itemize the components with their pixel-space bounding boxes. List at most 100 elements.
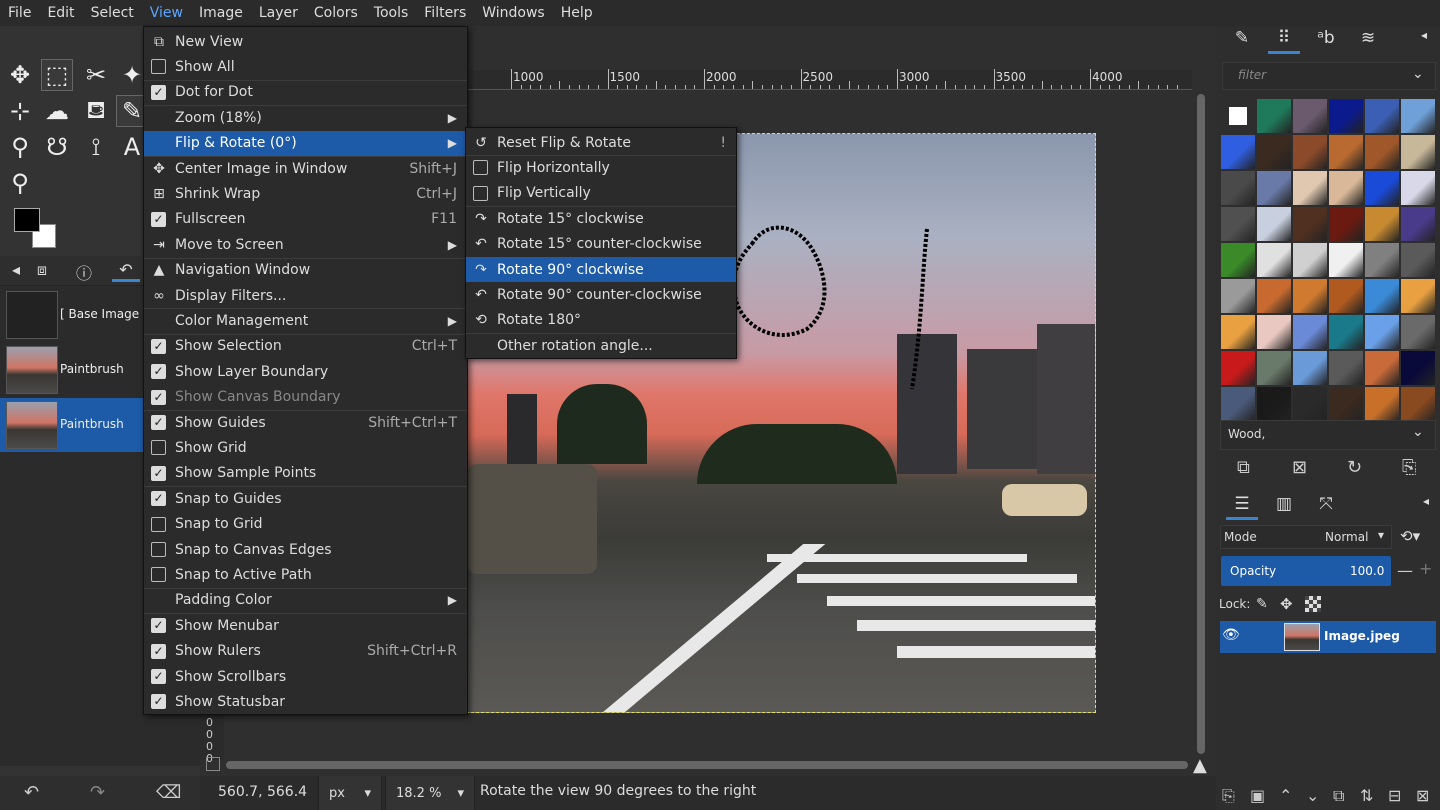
pattern-swatch[interactable] <box>1257 99 1291 133</box>
pattern-swatch[interactable] <box>1401 171 1435 205</box>
warp-tool-icon[interactable]: ☁ <box>41 95 73 127</box>
menu-tools[interactable]: Tools <box>366 0 417 26</box>
pattern-swatch[interactable] <box>1365 207 1399 241</box>
pattern-swatch[interactable] <box>1365 315 1399 349</box>
menu-view[interactable]: View <box>142 0 191 26</box>
menu-item-show-statusbar[interactable]: ✓ Show Statusbar <box>144 689 467 714</box>
menu-item-fullscreen[interactable]: ✓ Fullscreen F11 <box>144 207 467 232</box>
pattern-swatch[interactable] <box>1365 279 1399 313</box>
rect-select-tool-icon[interactable]: ⬚ <box>41 59 73 91</box>
pattern-swatch[interactable] <box>1401 243 1435 277</box>
pattern-swatch[interactable] <box>1293 99 1327 133</box>
pattern-swatch[interactable] <box>1257 351 1291 385</box>
menu-item-show-scrollbars[interactable]: ✓ Show Scrollbars <box>144 664 467 689</box>
move-tool-icon[interactable]: ✥ <box>4 59 36 91</box>
menu-item-center-image-in-window[interactable]: ✥ Center Image in Window Shift+J <box>144 156 467 181</box>
minus-icon[interactable]: — <box>1397 561 1413 580</box>
raise-layer-icon[interactable]: ⌃ <box>1279 786 1292 805</box>
menu-select[interactable]: Select <box>83 0 142 26</box>
menu-file[interactable]: File <box>0 0 39 26</box>
lock-alpha-icon[interactable] <box>1305 596 1321 612</box>
pattern-swatch[interactable] <box>1401 99 1435 133</box>
crop-tool-icon[interactable]: ⊹ <box>4 95 36 127</box>
paths-tool-icon[interactable]: ⟟ <box>80 131 112 163</box>
pattern-swatch[interactable] <box>1293 387 1327 421</box>
redo-icon[interactable]: ↷ <box>90 782 105 803</box>
menu-item-display-filters[interactable]: ∞ Display Filters... <box>144 283 467 308</box>
tab-layers-icon[interactable]: ☰ <box>1226 494 1258 520</box>
menu-item-rotate-15-clockwise[interactable]: ↷ Rotate 15° clockwise <box>466 206 736 231</box>
menu-windows[interactable]: Windows <box>474 0 553 26</box>
pattern-swatch[interactable] <box>1365 387 1399 421</box>
pattern-swatch[interactable] <box>1329 351 1363 385</box>
menu-item-rotate-90-clockwise[interactable]: ↷ Rotate 90° clockwise <box>466 257 736 282</box>
menu-item-shrink-wrap[interactable]: ⊞ Shrink Wrap Ctrl+J <box>144 181 467 206</box>
pattern-swatch[interactable] <box>1257 171 1291 205</box>
menu-item-snap-to-canvas-edges[interactable]: Snap to Canvas Edges <box>144 537 467 562</box>
menu-item-rotate-15-counter-clockwise[interactable]: ↶ Rotate 15° counter-clockwise <box>466 232 736 257</box>
tab-fonts-icon[interactable]: ᵃb <box>1310 28 1342 54</box>
menu-filters[interactable]: Filters <box>416 0 474 26</box>
refresh-patterns-icon[interactable]: ↻ <box>1347 457 1362 478</box>
tab-devices-icon[interactable]: ⧈ <box>28 260 56 282</box>
unit-select[interactable]: px ▾ <box>318 776 382 810</box>
menu-item-snap-to-guides[interactable]: ✓ Snap to Guides <box>144 486 467 511</box>
menu-item-show-all[interactable]: Show All <box>144 54 467 79</box>
anchor-layer-icon[interactable]: ⇅ <box>1360 786 1373 805</box>
pattern-swatch[interactable] <box>1365 171 1399 205</box>
menu-item-flip-rotate-0[interactable]: Flip & Rotate (0°) ▶ <box>144 130 467 156</box>
menu-item-show-canvas-boundary[interactable]: ✓ Show Canvas Boundary <box>144 385 467 410</box>
tab-undo-history-icon[interactable]: ↶ <box>112 260 140 282</box>
pattern-swatch[interactable] <box>1293 207 1327 241</box>
menu-layer[interactable]: Layer <box>251 0 306 26</box>
pattern-swatch[interactable] <box>1401 315 1435 349</box>
pattern-swatch[interactable] <box>1401 387 1435 421</box>
pattern-swatch[interactable] <box>1329 387 1363 421</box>
menu-item-rotate-180[interactable]: ⟲ Rotate 180° <box>466 308 736 333</box>
pattern-swatch[interactable] <box>1257 243 1291 277</box>
horizontal-scrollbar[interactable] <box>226 761 1188 769</box>
undo-icon[interactable]: ↶ <box>24 782 39 803</box>
scissors-tool-icon[interactable]: ✂ <box>80 59 112 91</box>
new-group-icon[interactable]: ▣ <box>1250 786 1265 805</box>
zoom-select[interactable]: 18.2 % ▾ <box>385 776 475 810</box>
new-layer-icon[interactable]: ⎘ <box>1222 786 1235 806</box>
delete-layer-icon[interactable]: ⊠ <box>1416 786 1429 805</box>
pattern-swatch[interactable] <box>1293 135 1327 169</box>
pattern-swatch[interactable] <box>1221 99 1255 133</box>
pattern-swatch[interactable] <box>1257 315 1291 349</box>
menu-item-color-management[interactable]: Color Management ▶ <box>144 308 467 333</box>
menu-edit[interactable]: Edit <box>39 0 82 26</box>
menu-item-show-guides[interactable]: ✓ Show Guides Shift+Ctrl+T <box>144 410 467 435</box>
menu-item-flip-horizontally[interactable]: Flip Horizontally <box>466 155 736 180</box>
menu-item-reset-flip-rotate[interactable]: ↺ Reset Flip & Rotate! <box>466 130 736 155</box>
eye-icon[interactable]: 👁 <box>1222 627 1240 643</box>
chevron-down-icon[interactable]: ⌄ <box>1412 66 1424 82</box>
tab-paths-icon[interactable]: ⤧ <box>1310 494 1342 520</box>
pattern-swatch[interactable] <box>1401 351 1435 385</box>
dock-menu-icon[interactable]: ◂ <box>1410 494 1440 520</box>
pattern-swatch[interactable] <box>1221 279 1255 313</box>
clear-history-icon[interactable]: ⌫ <box>156 782 181 803</box>
menu-item-move-to-screen[interactable]: ⇥ Move to Screen ▶ <box>144 232 467 257</box>
pattern-swatch[interactable] <box>1401 135 1435 169</box>
foreground-color-swatch[interactable] <box>14 208 40 232</box>
pattern-swatch[interactable] <box>1401 279 1435 313</box>
menu-item-padding-color[interactable]: Padding Color ▶ <box>144 588 467 613</box>
pattern-swatch[interactable] <box>1221 243 1255 277</box>
pattern-swatch[interactable] <box>1329 243 1363 277</box>
chevron-down-icon[interactable]: ⌄ <box>1412 424 1424 440</box>
navigate-icon[interactable]: ▲ <box>1193 755 1207 776</box>
menu-colors[interactable]: Colors <box>306 0 366 26</box>
menu-item-snap-to-grid[interactable]: Snap to Grid <box>144 512 467 537</box>
pattern-swatch[interactable] <box>1257 207 1291 241</box>
pattern-swatch[interactable] <box>1329 207 1363 241</box>
tab-brushes-icon[interactable]: ✎ <box>1226 28 1258 54</box>
menu-item-show-sample-points[interactable]: ✓ Show Sample Points <box>144 461 467 486</box>
tab-document-history-icon[interactable]: ≋ <box>1352 28 1384 54</box>
dock-menu-icon[interactable]: ◂ <box>1408 28 1440 54</box>
menu-item-flip-vertically[interactable]: Flip Vertically <box>466 181 736 206</box>
pattern-swatch[interactable] <box>1329 135 1363 169</box>
delete-pattern-icon[interactable]: ⊠ <box>1292 457 1307 478</box>
zoom-tool-icon[interactable]: ⚲ <box>4 167 36 199</box>
